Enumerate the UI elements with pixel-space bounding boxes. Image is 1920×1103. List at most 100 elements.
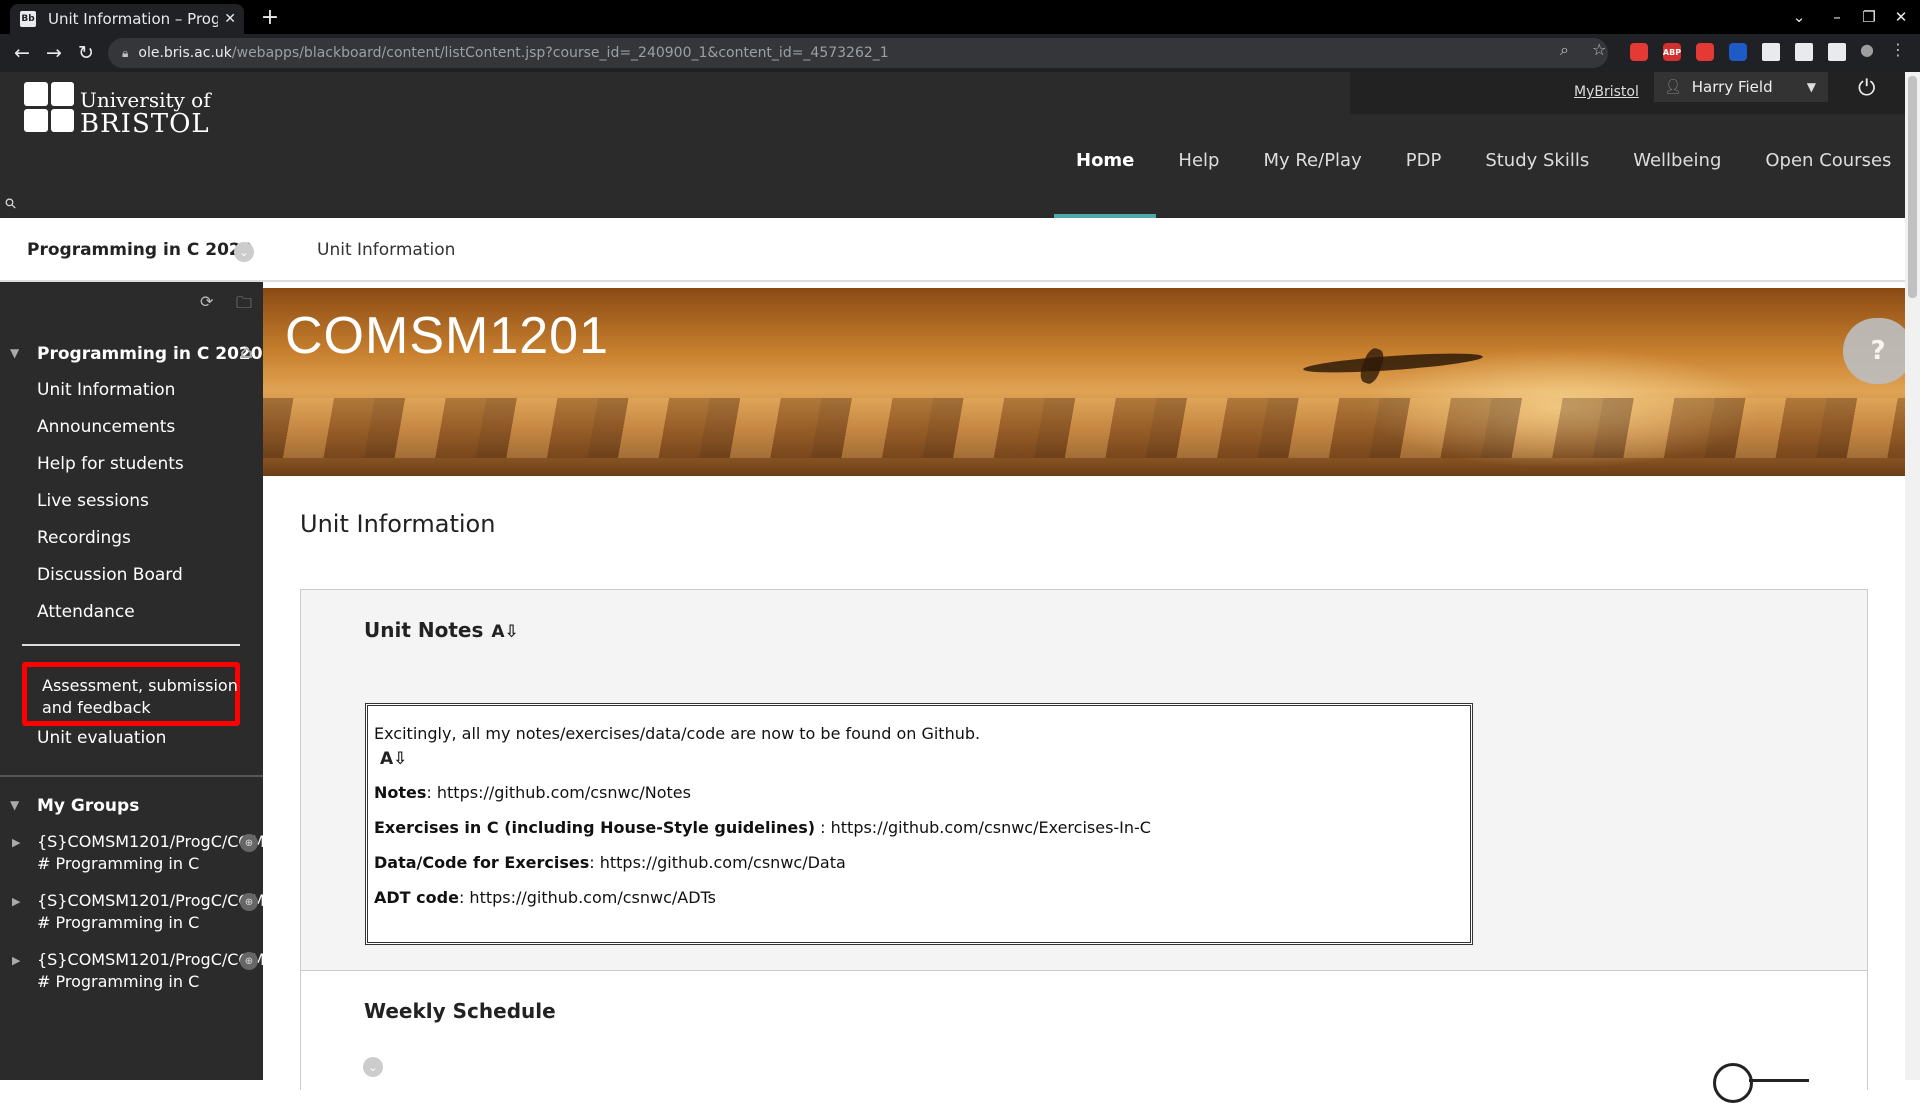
- user-icon: 👤︎: [1664, 79, 1682, 95]
- zoom-icon[interactable]: ⌕: [1560, 40, 1569, 60]
- page-title: Unit Information: [300, 510, 496, 538]
- browser-menu-icon[interactable]: ⋮: [1890, 40, 1906, 59]
- restore-icon[interactable]: ❐: [1854, 4, 1884, 30]
- url-path: /webapps/blackboard/content/listContent.…: [231, 45, 889, 61]
- unit-notes-heading: Unit Notes A⇩: [364, 618, 519, 642]
- menu-item-assessment[interactable]: Assessment, submission and feedback: [42, 675, 238, 719]
- course-menu-header[interactable]: ▼ Programming in C 2020 ⌂: [0, 340, 263, 370]
- nav-study-skills[interactable]: Study Skills: [1463, 112, 1611, 218]
- unit-notes-item: Unit Notes A⇩ Excitingly, all my notes/ex…: [300, 589, 1868, 971]
- nav-wellbeing[interactable]: Wellbeing: [1611, 112, 1743, 218]
- forward-icon[interactable]: →: [40, 39, 68, 67]
- weekly-schedule-title[interactable]: Weekly Schedule: [364, 999, 556, 1023]
- user-menu[interactable]: 👤︎ Harry Field ▼: [1654, 72, 1828, 102]
- nav-help[interactable]: Help: [1156, 112, 1241, 218]
- options-icon[interactable]: ⊕: [240, 893, 258, 911]
- help-question-icon[interactable]: ?: [1843, 318, 1913, 384]
- browser-tab[interactable]: Bb Unit Information – Programming in C 2…: [10, 4, 244, 34]
- site-header: University of BRISTOL MyBristol 👤︎ Harry…: [0, 72, 1920, 218]
- bookmark-star-icon[interactable]: ☆: [1592, 40, 1606, 59]
- banner-title: COMSM1201: [285, 307, 609, 365]
- github-url[interactable]: https://github.com/csnwc/Exercises-In-C: [831, 818, 1151, 837]
- menu-item-attendance[interactable]: Attendance: [37, 602, 135, 622]
- menu-item-help-for-students[interactable]: Help for students: [37, 454, 184, 474]
- link-icon[interactable]: ⚲: [2, 195, 21, 214]
- extensions-icon[interactable]: [1828, 43, 1846, 61]
- adblock-icon[interactable]: ABP: [1663, 43, 1681, 61]
- tab-search-icon[interactable]: ⌄: [1784, 4, 1814, 30]
- banner-texture: [263, 398, 1905, 458]
- course-name[interactable]: Programming in C 2020: [27, 240, 253, 260]
- options-icon[interactable]: ⊕: [240, 952, 258, 970]
- nav-home[interactable]: Home: [1054, 112, 1157, 218]
- chevron-down-icon[interactable]: ⌄: [363, 1057, 383, 1077]
- collapse-triangle-icon[interactable]: ▼: [10, 798, 19, 812]
- home-icon[interactable]: ⌂: [240, 342, 253, 363]
- menu-item-recordings[interactable]: Recordings: [37, 528, 131, 548]
- refresh-icon[interactable]: ⟳: [200, 292, 213, 311]
- folder-icon[interactable]: 🗀: [236, 292, 252, 319]
- minimize-icon[interactable]: –: [1822, 4, 1852, 30]
- reload-icon[interactable]: ↻: [72, 39, 100, 67]
- main-nav: Home Help My Re/Play PDP Study Skills Wellbei…: [1054, 112, 1913, 218]
- window-close-icon[interactable]: ✕: [1886, 4, 1916, 30]
- menu-item-announcements[interactable]: Announcements: [37, 417, 175, 437]
- caret-down-icon: ▼: [1806, 80, 1816, 94]
- github-link-row: Data/Code for Exercises: https://github.…: [374, 853, 1464, 872]
- expand-triangle-icon[interactable]: ▶: [12, 895, 20, 908]
- blackboard-favicon-icon: Bb: [20, 11, 36, 27]
- scrollbar-thumb[interactable]: [1908, 76, 1917, 298]
- accessibility-download-icon[interactable]: A⇩: [380, 749, 1464, 769]
- course-menu: ⟳ 🗀 ▼ Programming in C 2020 ⌂ Unit Infor…: [0, 282, 263, 1080]
- unit-notes-title[interactable]: Unit Notes: [364, 618, 483, 642]
- ext-red-icon[interactable]: [1630, 43, 1648, 61]
- github-link-row: Notes: https://github.com/csnwc/Notes: [374, 783, 1464, 802]
- chevron-down-icon[interactable]: ⌄: [234, 242, 254, 262]
- ext-save-icon[interactable]: [1762, 43, 1780, 61]
- link-separator: :: [815, 818, 831, 837]
- profile-avatar-icon[interactable]: ●: [1860, 40, 1874, 59]
- stopwatch-icon: [1713, 1063, 1753, 1103]
- lock-icon: 🔒︎: [122, 45, 129, 60]
- nav-my-re-play[interactable]: My Re/Play: [1241, 112, 1383, 218]
- menu-item-unit-information[interactable]: Unit Information: [37, 380, 175, 400]
- browser-tab-strip: Bb Unit Information – Programming in C 2…: [0, 0, 1920, 34]
- menu-item-unit-evaluation[interactable]: Unit evaluation: [37, 728, 166, 748]
- intro-text: Excitingly, all my notes/exercises/data/…: [374, 724, 981, 743]
- group-item[interactable]: ▶ {S}COMSM1201/ProgC/COMSM1201 # Programmi…: [0, 891, 263, 937]
- expand-triangle-icon[interactable]: ▶: [12, 954, 20, 967]
- expand-triangle-icon[interactable]: ▶: [12, 836, 20, 849]
- assessment-line1: Assessment, submission: [42, 676, 238, 695]
- ext-blue-icon[interactable]: [1729, 43, 1747, 61]
- ext-bolt-icon[interactable]: [1795, 43, 1813, 61]
- page-scrollbar[interactable]: [1905, 72, 1920, 1080]
- user-name: Harry Field: [1691, 78, 1773, 96]
- address-bar[interactable]: 🔒︎ ole.bris.ac.uk/webapps/blackboard/con…: [108, 38, 1608, 68]
- menu-item-live-sessions[interactable]: Live sessions: [37, 491, 149, 511]
- weekly-schedule-item: Weekly Schedule ⌄: [300, 970, 1868, 1103]
- options-icon[interactable]: ⊕: [240, 834, 258, 852]
- my-groups-title: My Groups: [37, 796, 140, 816]
- ext-stop-icon[interactable]: [1696, 43, 1714, 61]
- my-groups-header[interactable]: ▼ My Groups: [0, 792, 263, 822]
- university-logo[interactable]: University of BRISTOL: [24, 82, 211, 140]
- back-icon[interactable]: ←: [8, 39, 36, 67]
- groups-divider: [0, 775, 263, 777]
- group-name: {S}COMSM1201/ProgC/COMSM1201: [37, 950, 263, 969]
- new-tab-icon[interactable]: +: [256, 4, 284, 30]
- group-item[interactable]: ▶ {S}COMSM1201/ProgC/COMSM1201 # Programmi…: [0, 950, 263, 996]
- menu-item-discussion-board[interactable]: Discussion Board: [37, 565, 183, 585]
- power-icon[interactable]: ⏻: [1858, 76, 1875, 101]
- link-separator: :: [426, 783, 437, 802]
- mybristol-link[interactable]: MyBristol: [1574, 84, 1639, 100]
- group-item[interactable]: ▶ {S}COMSM1201/ProgC/COMSM1201 # Programmi…: [0, 832, 263, 878]
- breadcrumb: Unit Information: [317, 240, 456, 260]
- collapse-triangle-icon[interactable]: ▼: [10, 346, 19, 360]
- github-url[interactable]: https://github.com/csnwc/ADTs: [469, 888, 716, 907]
- nav-pdp[interactable]: PDP: [1384, 112, 1464, 218]
- accessibility-download-icon[interactable]: A⇩: [491, 622, 518, 642]
- nav-open-courses[interactable]: Open Courses: [1743, 112, 1913, 218]
- close-tab-icon[interactable]: ✕: [224, 11, 236, 27]
- github-url[interactable]: https://github.com/csnwc/Notes: [437, 783, 691, 802]
- github-url[interactable]: https://github.com/csnwc/Data: [600, 853, 846, 872]
